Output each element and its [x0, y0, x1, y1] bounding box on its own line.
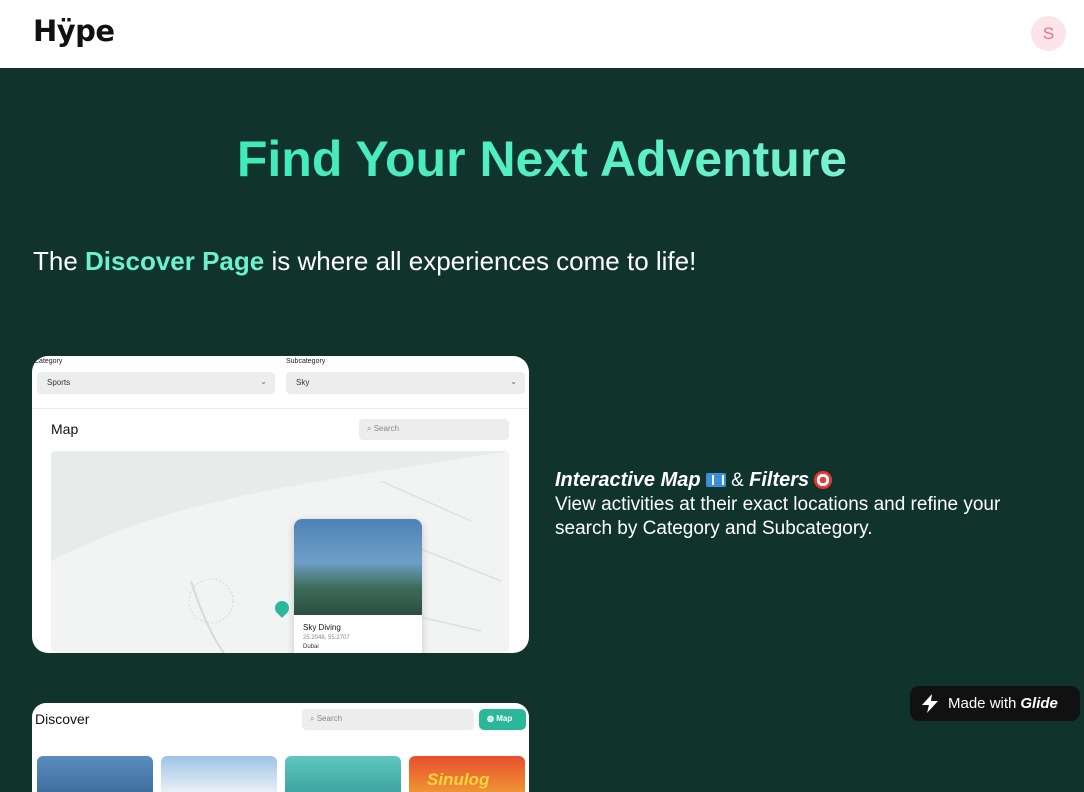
map-button-label: Map: [496, 714, 513, 723]
activity-thumbnail[interactable]: [37, 756, 153, 792]
subcategory-label: Subcategory: [286, 358, 326, 365]
feature-block: Interactive Map & Filters View activitie…: [555, 468, 1035, 541]
thumbnail-text: Sinulog: [427, 770, 490, 789]
map-emoji-icon: [705, 473, 726, 487]
search-icon: ⌕: [310, 714, 315, 723]
top-bar: Hÿpe S: [0, 0, 1084, 68]
popup-activity-name: Sky Diving: [303, 623, 341, 632]
popup-city: Dubai: [303, 644, 319, 650]
made-with-glide-badge[interactable]: Made with Glide: [910, 686, 1080, 721]
badge-brand: Glide: [1020, 695, 1058, 712]
feature-title-map: Interactive Map: [555, 469, 701, 491]
activity-image: [294, 519, 422, 615]
chevron-down-icon: ⌄: [260, 377, 267, 386]
feature-heading: Interactive Map & Filters: [555, 468, 1035, 493]
user-avatar[interactable]: S: [1031, 16, 1066, 51]
subcategory-select[interactable]: Sky ⌄: [286, 372, 525, 394]
feature-description: View activities at their exact locations…: [555, 494, 1001, 539]
app-logo[interactable]: Hÿpe: [33, 14, 115, 48]
map-search-placeholder: Search: [373, 424, 400, 433]
activity-thumbnail[interactable]: [161, 756, 277, 792]
chevron-down-icon: ⌄: [510, 377, 517, 386]
discover-search-placeholder: Search: [316, 714, 343, 723]
map-coastline: [51, 451, 509, 653]
discover-preview-card: Discover ⌕ Search ◍ Map Sinulog: [32, 703, 529, 792]
badge-made-with: Made with: [948, 695, 1017, 712]
map-button[interactable]: ◍ Map: [479, 709, 526, 730]
intro-prefix: The: [33, 246, 86, 276]
activity-thumbnail[interactable]: [285, 756, 401, 792]
category-select[interactable]: Sports ⌄: [37, 372, 275, 394]
glide-bolt-icon: [922, 694, 938, 713]
map-search-input[interactable]: ⌕ Search: [359, 419, 509, 440]
category-label: Category: [34, 358, 63, 365]
target-emoji-icon: [814, 471, 833, 489]
feature-title-filters: Filters: [749, 469, 810, 491]
intro-text: The Discover Page is where all experienc…: [33, 246, 696, 277]
subcategory-value: Sky: [296, 378, 310, 387]
map-preview-card: Category Sports ⌄ Subcategory Sky ⌄ Map …: [32, 356, 529, 653]
popup-coordinates: 25.2048, 55.2707: [303, 635, 350, 641]
map-popup-card[interactable]: Sky Diving 25.2048, 55.2707 Dubai: [294, 519, 422, 653]
globe-icon: ◍: [487, 714, 494, 723]
discover-search-input[interactable]: ⌕ Search: [302, 709, 474, 730]
map-view[interactable]: Sky Diving 25.2048, 55.2707 Dubai: [51, 451, 509, 653]
discover-title: Discover: [35, 711, 90, 727]
map-title: Map: [51, 421, 79, 437]
map-panel: Map ⌕ Search Sky Diving 25.2048, 55.2707…: [32, 408, 529, 653]
feature-amp: &: [731, 470, 744, 491]
intro-suffix: is where all experiences come to life!: [264, 246, 697, 276]
intro-highlight: Discover Page: [85, 246, 265, 276]
activity-thumbnail[interactable]: Sinulog: [409, 756, 525, 792]
category-value: Sports: [47, 378, 71, 387]
page-title: Find Your Next Adventure: [0, 130, 1084, 188]
search-icon: ⌕: [367, 424, 372, 433]
